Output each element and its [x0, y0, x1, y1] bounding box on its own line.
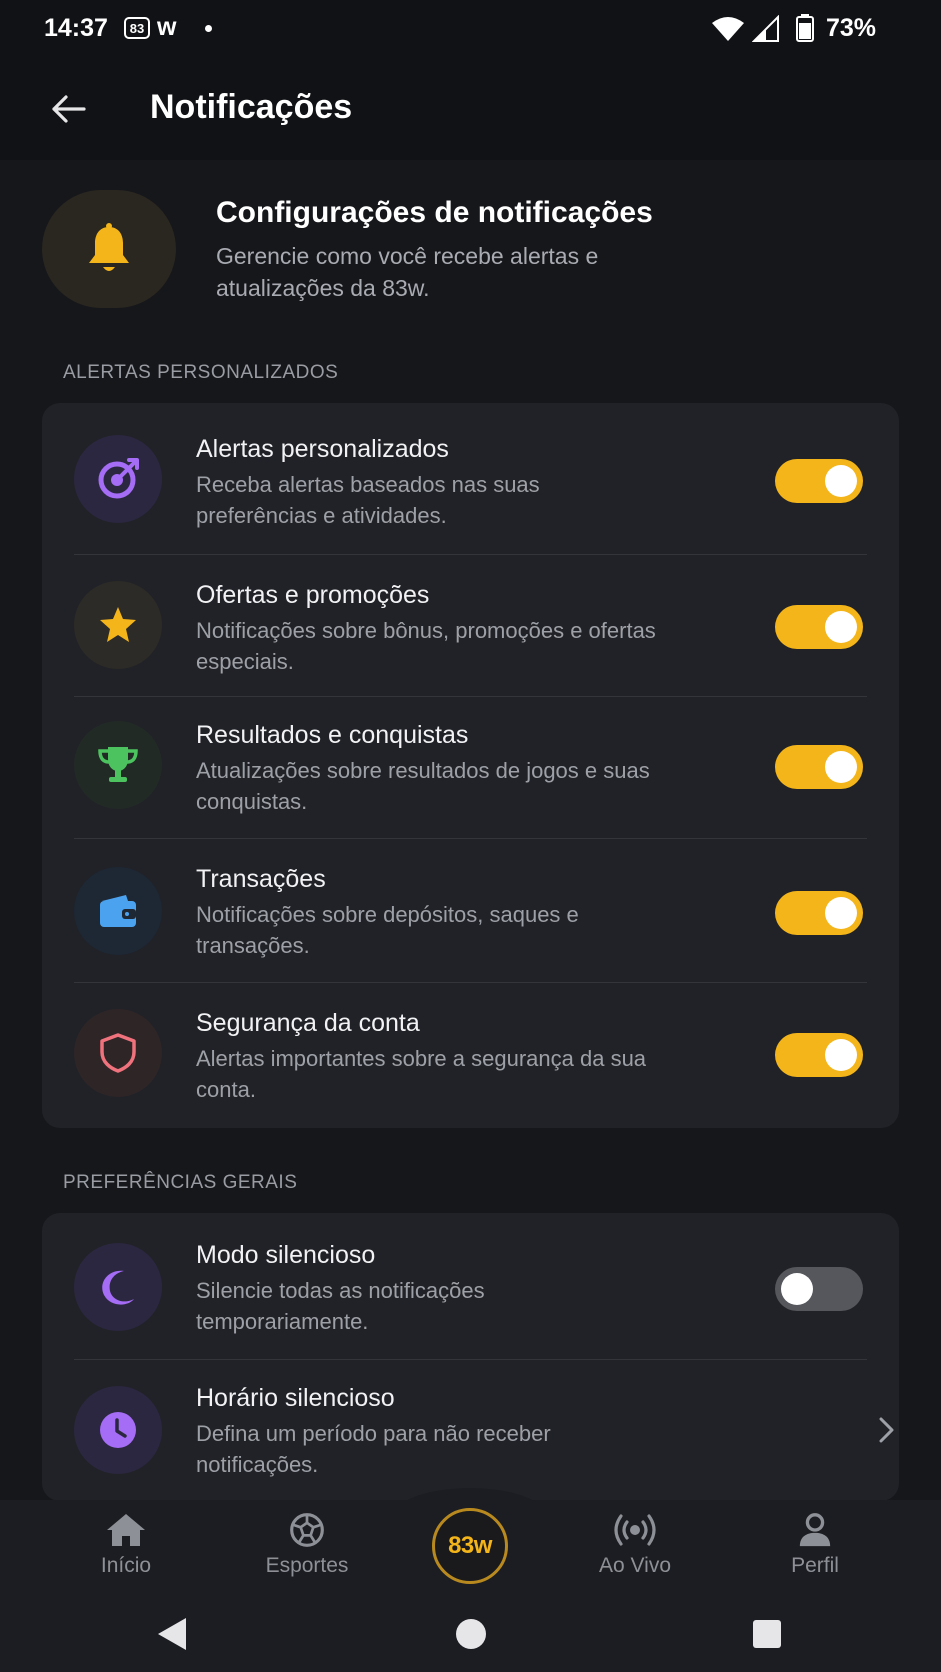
row-transacoes[interactable]: Transações Notificações sobre depósitos,… [42, 839, 899, 983]
bell-icon [89, 223, 129, 271]
nav-label: Início [100, 1554, 152, 1577]
toggle-resultados-conquistas[interactable] [775, 745, 863, 789]
trophy-icon-badge [74, 721, 162, 809]
row-title: Ofertas e promoções [196, 581, 430, 609]
nav-label: Perfil [791, 1554, 839, 1577]
battery-icon [796, 14, 814, 42]
arrow-left-icon [52, 95, 86, 123]
hero-bell-badge [42, 190, 176, 308]
row-title: Transações [196, 865, 326, 893]
toggle-transacoes[interactable] [775, 891, 863, 935]
profile-icon [799, 1513, 831, 1547]
toggle-ofertas-promocoes[interactable] [775, 605, 863, 649]
row-title: Horário silencioso [196, 1384, 395, 1412]
nav-perfil[interactable]: Perfil [745, 1512, 885, 1578]
row-resultados-conquistas[interactable]: Resultados e conquistas Atualizações sob… [42, 697, 899, 839]
page-title: Notificações [150, 88, 353, 126]
moon-icon [102, 1270, 134, 1305]
wallet-icon-badge [74, 867, 162, 955]
system-recents-icon[interactable] [752, 1619, 782, 1649]
row-subtitle: Defina um período para não receber notif… [196, 1421, 551, 1477]
row-title: Resultados e conquistas [196, 721, 469, 749]
toggle-alertas-personalizados[interactable] [775, 459, 863, 503]
system-back-icon[interactable] [156, 1616, 188, 1652]
row-alertas-personalizados[interactable]: Alertas personalizados Receba alertas ba… [42, 403, 899, 555]
toggle-seguranca-conta[interactable] [775, 1033, 863, 1077]
nav-label: Esportes [265, 1554, 349, 1577]
nav-esportes[interactable]: Esportes [237, 1512, 377, 1578]
toggle-knob [825, 897, 857, 929]
trophy-icon [98, 747, 138, 782]
toggle-modo-silencioso[interactable] [775, 1267, 863, 1311]
toggle-knob [781, 1273, 813, 1305]
section-label-alerts: ALERTAS PERSONALIZADOS [63, 362, 339, 383]
row-subtitle: Notificações sobre depósitos, saques e t… [196, 902, 579, 958]
target-icon-badge [74, 435, 162, 523]
nav-83w-home-button[interactable]: 83w [432, 1508, 508, 1584]
back-button[interactable] [44, 88, 92, 130]
hero-subtitle: Gerencie como você recebe alertas e atua… [216, 243, 599, 301]
nav-ao-vivo[interactable]: Ao Vivo [565, 1512, 705, 1578]
row-subtitle: Alertas importantes sobre a segurança da… [196, 1046, 647, 1102]
status-bar: 14:37 83 w 73% [0, 0, 941, 58]
toggle-knob [825, 751, 857, 783]
row-seguranca-conta[interactable]: Segurança da conta Alertas importantes s… [42, 983, 899, 1128]
app-notification-letter: w [157, 13, 177, 41]
row-subtitle: Silencie todas as notificações temporari… [196, 1278, 485, 1334]
app-bar: Notificações [0, 58, 941, 160]
clock-icon [100, 1412, 136, 1448]
row-title: Segurança da conta [196, 1009, 420, 1037]
signal-icon [752, 15, 779, 42]
system-home-icon[interactable] [454, 1617, 488, 1651]
toggle-knob [825, 1039, 857, 1071]
shield-icon-badge [74, 1009, 162, 1097]
general-card: Modo silencioso Silencie todas as notifi… [42, 1213, 899, 1501]
shield-icon [100, 1033, 136, 1073]
home-icon [107, 1514, 145, 1546]
toggle-knob [825, 611, 857, 643]
row-horario-silencioso[interactable]: Horário silencioso Defina um período par… [42, 1360, 899, 1501]
row-title: Modo silencioso [196, 1241, 376, 1269]
toggle-knob [825, 465, 857, 497]
nav-83w-logo: 83w [448, 1532, 492, 1559]
row-ofertas-promocoes[interactable]: Ofertas e promoções Notificações sobre b… [42, 555, 899, 697]
hero-title: Configurações de notificações [216, 196, 653, 229]
star-icon-badge [74, 581, 162, 669]
row-modo-silencioso[interactable]: Modo silencioso Silencie todas as notifi… [42, 1213, 899, 1359]
star-icon [100, 607, 136, 642]
soccer-ball-icon [290, 1513, 324, 1547]
wallet-icon [100, 895, 136, 927]
chevron-right-icon [866, 1410, 906, 1450]
row-subtitle: Receba alertas baseados nas suas preferê… [196, 472, 540, 528]
nav-label: Ao Vivo [599, 1554, 671, 1577]
battery-percent: 73% [826, 14, 877, 42]
target-icon [98, 458, 139, 499]
row-title: Alertas personalizados [196, 435, 449, 463]
row-subtitle: Notificações sobre bônus, promoções e of… [196, 618, 656, 674]
app-notification-badge: 83 [124, 17, 150, 39]
notification-dot-icon [205, 25, 212, 32]
section-label-general: PREFERÊNCIAS GERAIS [63, 1172, 298, 1193]
clock-icon-badge [74, 1386, 162, 1474]
live-broadcast-icon [614, 1514, 656, 1546]
wifi-icon [712, 17, 744, 41]
row-subtitle: Atualizações sobre resultados de jogos e… [196, 758, 650, 814]
moon-icon-badge [74, 1243, 162, 1331]
nav-inicio[interactable]: Início [56, 1512, 196, 1578]
status-time: 14:37 [44, 14, 108, 42]
alerts-card: Alertas personalizados Receba alertas ba… [42, 403, 899, 1128]
